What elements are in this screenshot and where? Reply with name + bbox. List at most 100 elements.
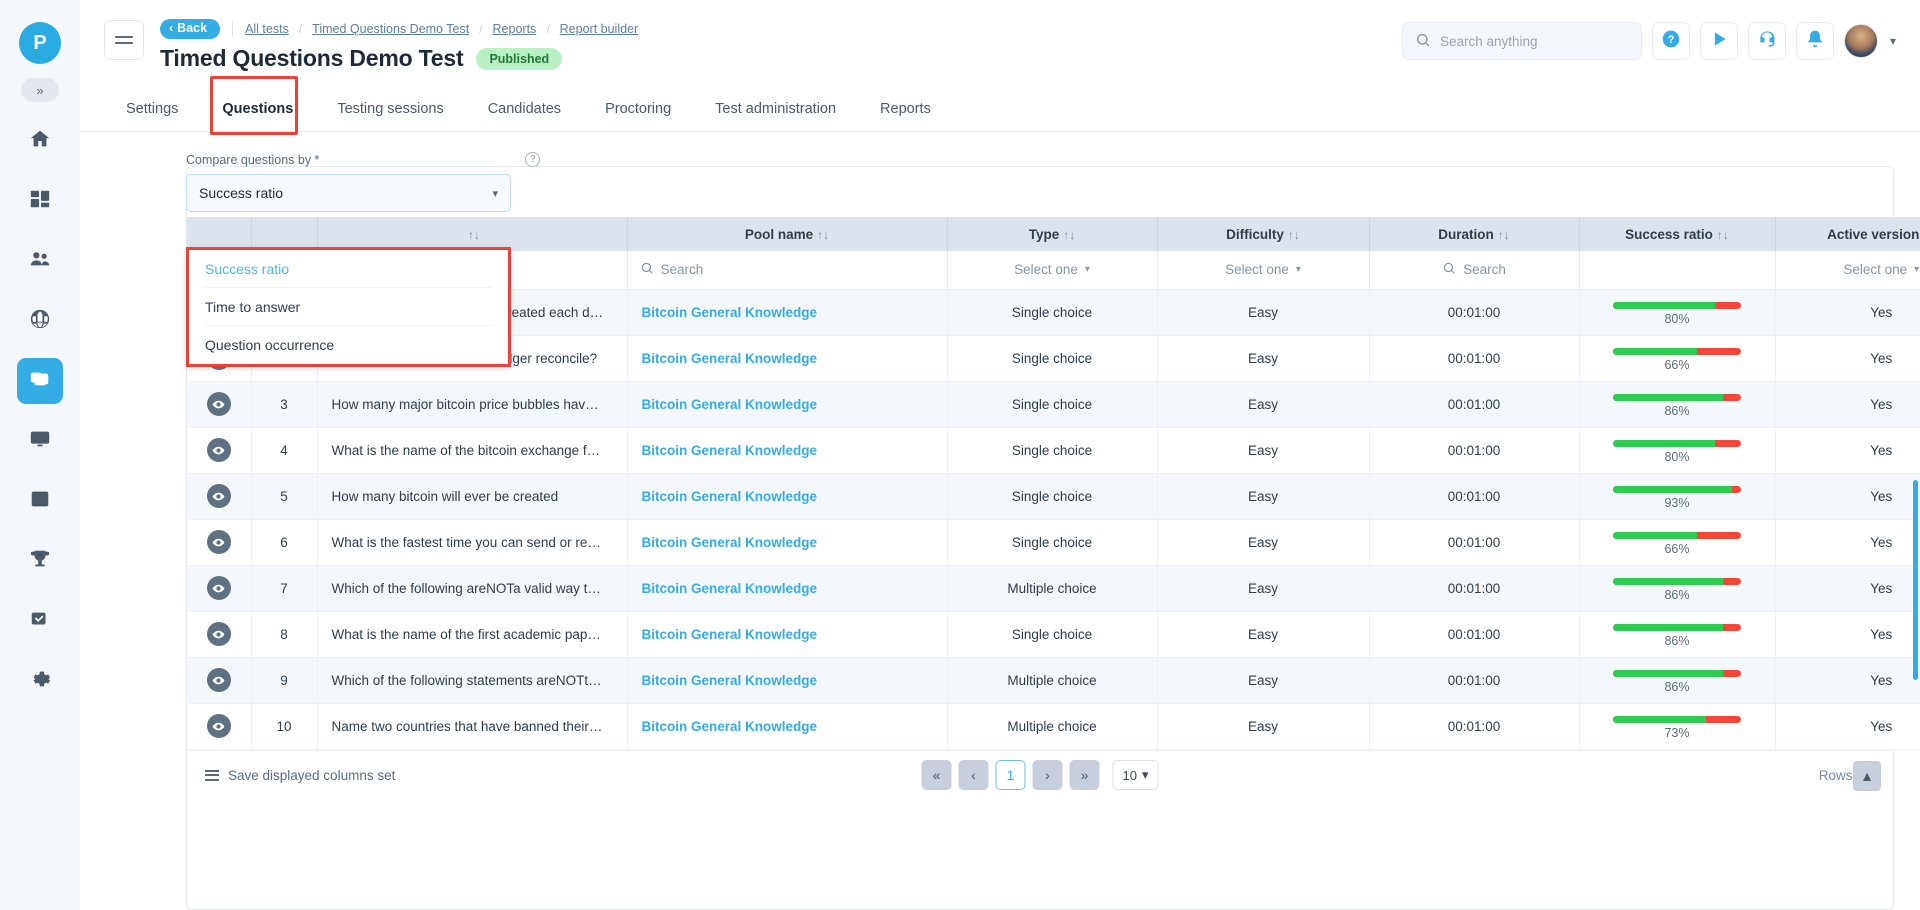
breadcrumb-reports[interactable]: Reports (493, 22, 537, 36)
menu-toggle-button[interactable] (104, 20, 144, 60)
pool-link[interactable]: Bitcoin General Knowledge (642, 443, 818, 458)
cell-pool[interactable]: Bitcoin General Knowledge (627, 335, 947, 381)
eye-icon[interactable] (207, 484, 231, 508)
eye-icon[interactable] (207, 438, 231, 462)
cell-pool[interactable]: Bitcoin General Knowledge (627, 289, 947, 335)
table-row[interactable]: 10Name two countries that have banned th… (187, 703, 1920, 749)
cell-pool[interactable]: Bitcoin General Knowledge (627, 473, 947, 519)
breadcrumb-test[interactable]: Timed Questions Demo Test (312, 22, 469, 36)
pool-link[interactable]: Bitcoin General Knowledge (642, 489, 818, 504)
tab-reports[interactable]: Reports (858, 86, 953, 131)
question-circle-icon[interactable]: ? (525, 152, 540, 167)
pool-link[interactable]: Bitcoin General Knowledge (642, 305, 818, 320)
breadcrumb-report-builder[interactable]: Report builder (560, 22, 639, 36)
filter-type[interactable]: Select one ▾ (947, 251, 1157, 289)
sidebar-item-monitor[interactable] (17, 418, 63, 464)
sidebar-item-users[interactable] (17, 238, 63, 284)
cell-pool[interactable]: Bitcoin General Knowledge (627, 657, 947, 703)
table-row[interactable]: 8What is the name of the first academic … (187, 611, 1920, 657)
pool-link[interactable]: Bitcoin General Knowledge (642, 535, 818, 550)
filter-pool[interactable]: Search (627, 251, 947, 289)
layers-icon (29, 368, 51, 395)
tab-test-administration[interactable]: Test administration (693, 86, 858, 131)
eye-icon[interactable] (207, 530, 231, 554)
table-row[interactable]: 5How many bitcoin will ever be createdBi… (187, 473, 1920, 519)
compare-questions-select[interactable]: Success ratio ▾ (186, 174, 511, 212)
avatar[interactable] (1844, 24, 1878, 58)
sidebar-item-list[interactable] (17, 478, 63, 524)
first-page-button[interactable]: « (922, 760, 952, 790)
next-page-button[interactable]: › (1033, 760, 1063, 790)
cell-pool[interactable]: Bitcoin General Knowledge (627, 381, 947, 427)
compare-questions-dropdown[interactable]: Success ratio Time to answer Question oc… (186, 247, 511, 367)
pool-link[interactable]: Bitcoin General Knowledge (642, 627, 818, 642)
page-size-select[interactable]: 10▾ (1113, 760, 1159, 790)
cell-pool[interactable]: Bitcoin General Knowledge (627, 611, 947, 657)
sidebar-item-tests[interactable] (17, 358, 63, 404)
cell-preview[interactable] (187, 565, 251, 611)
pool-link[interactable]: Bitcoin General Knowledge (642, 673, 818, 688)
eye-icon[interactable] (207, 668, 231, 692)
cell-pool[interactable]: Bitcoin General Knowledge (627, 565, 947, 611)
success-ratio-bar (1613, 302, 1741, 309)
breadcrumb-all-tests[interactable]: All tests (245, 22, 289, 36)
app-logo[interactable]: P (19, 22, 61, 64)
dropdown-option-time-to-answer[interactable]: Time to answer (205, 288, 492, 326)
current-page[interactable]: 1 (996, 760, 1026, 790)
cell-pool[interactable]: Bitcoin General Knowledge (627, 519, 947, 565)
filter-difficulty[interactable]: Select one ▾ (1157, 251, 1369, 289)
cell-preview[interactable] (187, 657, 251, 703)
table-row[interactable]: 3How many major bitcoin price bubbles ha… (187, 381, 1920, 427)
sidebar-item-settings[interactable] (17, 658, 63, 704)
pool-link[interactable]: Bitcoin General Knowledge (642, 719, 818, 734)
pool-link[interactable]: Bitcoin General Knowledge (642, 351, 818, 366)
table-row[interactable]: 9Which of the following statements areNO… (187, 657, 1920, 703)
sidebar-item-dashboard[interactable] (17, 178, 63, 224)
tab-candidates[interactable]: Candidates (466, 86, 583, 131)
cell-preview[interactable] (187, 381, 251, 427)
table-row[interactable]: 6What is the fastest time you can send o… (187, 519, 1920, 565)
cell-preview[interactable] (187, 427, 251, 473)
eye-icon[interactable] (207, 576, 231, 600)
play-button[interactable] (1700, 22, 1738, 60)
prev-page-button[interactable]: ‹ (959, 760, 989, 790)
expand-nav-icon[interactable]: » (21, 78, 59, 102)
page-scrollbar[interactable] (1913, 480, 1918, 680)
sidebar-item-trophy[interactable] (17, 538, 63, 584)
global-search[interactable]: Search anything (1402, 22, 1642, 60)
chevron-down-icon[interactable]: ▾ (1890, 34, 1896, 48)
dropdown-option-question-occurrence[interactable]: Question occurrence (205, 326, 492, 364)
tab-testing-sessions[interactable]: Testing sessions (315, 86, 465, 131)
eye-icon[interactable] (207, 392, 231, 416)
cell-preview[interactable] (187, 473, 251, 519)
sidebar-item-home[interactable] (17, 118, 63, 164)
filter-duration[interactable]: Search (1369, 251, 1579, 289)
last-page-button[interactable]: » (1070, 760, 1100, 790)
cell-pool[interactable]: Bitcoin General Knowledge (627, 703, 947, 749)
pool-link[interactable]: Bitcoin General Knowledge (642, 581, 818, 596)
eye-icon[interactable] (207, 714, 231, 738)
eye-icon[interactable] (207, 622, 231, 646)
dropdown-option-success-ratio[interactable]: Success ratio (205, 250, 492, 288)
back-button[interactable]: ‹ Back (160, 19, 220, 39)
support-button[interactable] (1748, 22, 1786, 60)
table-row[interactable]: 4What is the name of the bitcoin exchang… (187, 427, 1920, 473)
scroll-to-top-button[interactable]: ▲ (1853, 761, 1881, 791)
cell-type: Multiple choice (947, 565, 1157, 611)
notifications-button[interactable] (1796, 22, 1834, 60)
sidebar-item-checked[interactable] (17, 598, 63, 644)
pool-link[interactable]: Bitcoin General Knowledge (642, 397, 818, 412)
cell-preview[interactable] (187, 519, 251, 565)
filter-active-version[interactable]: Select one ▾ (1775, 251, 1920, 289)
sidebar-item-globe[interactable] (17, 298, 63, 344)
save-displayed-columns-button[interactable]: Save displayed columns set (205, 768, 395, 783)
help-button[interactable]: ? (1652, 22, 1690, 60)
tab-settings[interactable]: Settings (104, 86, 200, 131)
table-row[interactable]: 7Which of the following areNOTa valid wa… (187, 565, 1920, 611)
cell-pool[interactable]: Bitcoin General Knowledge (627, 427, 947, 473)
tab-proctoring[interactable]: Proctoring (583, 86, 693, 131)
tab-questions[interactable]: Questions (200, 86, 315, 131)
cell-preview[interactable] (187, 703, 251, 749)
cell-preview[interactable] (187, 611, 251, 657)
home-icon (29, 128, 51, 155)
